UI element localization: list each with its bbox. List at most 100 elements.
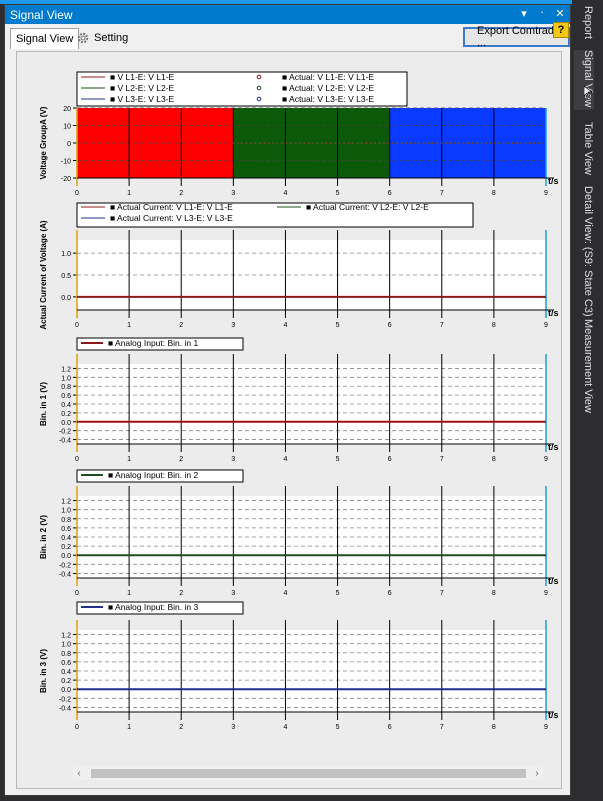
actual-marker-9 — [272, 142, 275, 144]
actual-marker-38 — [400, 142, 403, 144]
actual-marker-54 — [471, 142, 474, 144]
y-tick-label-4-3: 0.6 — [61, 660, 71, 667]
x-tick-label-3-9: 9 — [544, 590, 548, 597]
x-tick-label-1-1: 1 — [127, 322, 131, 329]
actual-marker-57 — [484, 142, 487, 144]
tab-setting[interactable]: Setting — [71, 28, 133, 48]
side-tab-detail-view[interactable]: Detail View: (S9: State C3) — [574, 186, 594, 317]
x-tick-label-1-4: 4 — [283, 322, 287, 329]
actual-marker-1 — [236, 142, 239, 144]
x-tick-label-1-8: 8 — [492, 322, 496, 329]
actual-marker-32 — [374, 142, 376, 144]
tab-signal-view-label: Signal View — [16, 33, 74, 45]
y-tick-label-2-6: 0.0 — [61, 420, 71, 427]
horizontal-scrollbar[interactable]: ‹ › — [73, 767, 543, 780]
actual-marker-20 — [321, 142, 323, 144]
actual-marker-18 — [312, 142, 314, 144]
actual-marker-36 — [391, 142, 394, 144]
scroll-left-arrow-icon[interactable]: ‹ — [73, 767, 85, 780]
x-tick-label-4-0: 0 — [75, 724, 79, 731]
actual-marker-69 — [538, 142, 540, 144]
actual-marker-13 — [290, 142, 292, 144]
scroll-right-arrow-icon[interactable]: › — [531, 767, 543, 780]
side-tab-report[interactable]: Report — [574, 6, 594, 39]
x-axis-label-4: t/s — [548, 710, 559, 720]
x-tick-label-3-4: 4 — [283, 590, 287, 597]
x-tick-label-3-6: 6 — [388, 590, 392, 597]
help-icon[interactable]: ? — [553, 22, 569, 38]
y-tick-label-2-1: 1.0 — [61, 375, 71, 382]
actual-marker-60 — [498, 142, 500, 144]
x-tick-label-0-9: 9 — [544, 190, 548, 197]
actual-marker-50 — [453, 142, 456, 144]
actual-marker-55 — [476, 142, 478, 144]
legend-label-2-0: ■ Analog Input: Bin. in 1 — [108, 338, 198, 348]
window-title: Signal View — [10, 7, 73, 22]
y-tick-label-1-0: 1.0 — [61, 251, 71, 258]
actual-marker-12 — [285, 142, 288, 144]
y-axis-label-3: Bin. in 2 (V) — [39, 515, 48, 559]
legend-label-0-3: ■ Actual: V L2-E: V L2-E — [282, 83, 374, 93]
actual-marker-17 — [307, 142, 310, 144]
actual-marker-14 — [294, 142, 297, 144]
actual-marker-31 — [369, 142, 372, 144]
actual-marker-29 — [360, 142, 363, 144]
close-icon[interactable]: ✕ — [554, 7, 566, 21]
x-tick-label-4-5: 5 — [336, 724, 340, 731]
y-tick-label-1-2: 0.0 — [61, 295, 71, 302]
y-tick-label-0-4: -20 — [61, 176, 71, 183]
side-tab-table-view[interactable]: Table View — [574, 122, 594, 175]
tab-signal-view[interactable]: Signal View — [10, 28, 80, 49]
legend-label-0-5: ■ Actual: V L3-E: V L3-E — [282, 94, 374, 104]
y-tick-label-3-8: -0.4 — [59, 571, 71, 578]
x-tick-label-4-4: 4 — [283, 724, 287, 731]
y-tick-label-4-6: 0.0 — [61, 687, 71, 694]
actual-marker-24 — [338, 142, 341, 144]
actual-marker-16 — [303, 142, 306, 144]
actual-marker-49 — [449, 142, 452, 144]
x-tick-label-1-6: 6 — [388, 322, 392, 329]
actual-marker-3 — [245, 142, 248, 144]
x-tick-label-2-7: 7 — [440, 456, 444, 463]
x-tick-label-0-4: 4 — [283, 190, 287, 197]
side-tab-measurement-view[interactable]: Measurement View — [574, 319, 594, 413]
y-tick-label-4-1: 1.0 — [61, 642, 71, 649]
actual-marker-2 — [241, 142, 244, 144]
x-tick-label-0-0: 0 — [75, 190, 79, 197]
actual-marker-5 — [254, 142, 257, 144]
actual-marker-48 — [445, 142, 447, 144]
actual-marker-19 — [316, 142, 319, 144]
pin-icon[interactable]: ᛫ — [536, 7, 548, 21]
actual-marker-11 — [281, 142, 283, 144]
actual-marker-52 — [462, 142, 465, 144]
x-tick-label-1-3: 3 — [231, 322, 235, 329]
actual-marker-15 — [298, 142, 301, 144]
side-tab-signal-view[interactable]: Signal View — [574, 50, 594, 110]
y-tick-label-1-1: 0.5 — [61, 273, 71, 280]
actual-marker-58 — [489, 142, 492, 144]
x-tick-label-3-7: 7 — [440, 590, 444, 597]
actual-marker-35 — [387, 142, 390, 144]
window-title-bar[interactable]: Signal View ▾ ᛫ ✕ — [5, 5, 570, 24]
dropdown-icon[interactable]: ▾ — [518, 7, 530, 21]
y-tick-label-3-5: 0.2 — [61, 544, 71, 551]
y-tick-label-0-0: 20 — [63, 106, 71, 113]
x-axis-label-1: t/s — [548, 308, 559, 318]
y-tick-label-0-3: -10 — [61, 159, 71, 166]
actual-marker-64 — [515, 142, 518, 144]
actual-marker-41 — [414, 142, 416, 144]
x-tick-label-1-7: 7 — [440, 322, 444, 329]
y-tick-label-3-6: 0.0 — [61, 553, 71, 560]
y-axis-label-2: Bin. in 1 (V) — [39, 382, 48, 426]
y-tick-label-2-2: 0.8 — [61, 384, 71, 391]
legend-label-1-1: ■ Actual Current: V L2-E: V L2-E — [306, 202, 429, 212]
actual-marker-65 — [520, 142, 523, 144]
gear-icon — [77, 32, 89, 44]
y-tick-label-3-0: 1.2 — [61, 499, 71, 506]
actual-marker-40 — [409, 142, 412, 144]
actual-marker-26 — [347, 142, 350, 144]
actual-marker-67 — [529, 142, 532, 144]
actual-marker-37 — [396, 142, 399, 144]
scrollbar-thumb[interactable] — [91, 769, 526, 778]
x-tick-label-0-7: 7 — [440, 190, 444, 197]
